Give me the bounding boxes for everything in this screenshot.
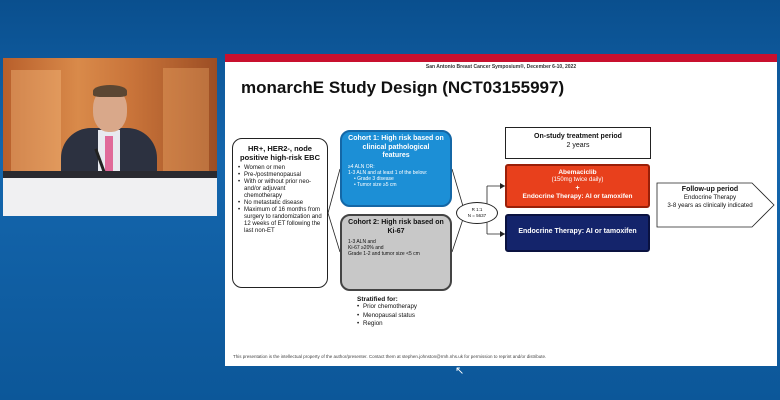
eligibility-box: HR+, HER2-, node positive high-risk EBC … <box>232 138 328 288</box>
abemaciclib-arm-box: Abemaciclib (150mg twice daily) + Endocr… <box>505 164 650 208</box>
on-study-duration: 2 years <box>566 142 590 149</box>
cohort2-box: Cohort 2: High risk based on Ki-67 1-3 A… <box>340 214 452 291</box>
arm-dose: (150mg twice daily) <box>551 177 604 183</box>
mouse-pointer-icon: ↖ <box>455 365 465 377</box>
follow-up-line2: 3-8 years as clinically indicated <box>667 201 753 209</box>
list-item: No metastatic disease <box>238 200 322 207</box>
list-item: Region <box>357 320 417 329</box>
stratification-heading: Stratified for: <box>357 296 398 303</box>
follow-up-title: Follow-up period <box>681 186 739 193</box>
slide-footer: This presentation is the intellectual pr… <box>233 354 547 359</box>
cohort1-box: Cohort 1: High risk based on clinical pa… <box>340 130 452 207</box>
list-item: Prior chemotherapy <box>357 303 417 312</box>
cohort2-heading: Cohort 2: High risk based on Ki-67 <box>348 219 444 235</box>
et-arm-box: Endocrine Therapy: AI or tamoxifen <box>505 214 650 252</box>
eligibility-heading: HR+, HER2-, node positive high-risk EBC <box>239 144 320 162</box>
podium <box>3 178 217 216</box>
list-item: Menopausal status <box>357 312 417 321</box>
list-item: With or without prior neo- and/or adjuva… <box>238 179 322 200</box>
stratification-list: Stratified for: Prior chemotherapy Menop… <box>357 296 417 329</box>
follow-up-arrow: Follow-up period Endocrine Therapy 3-8 y… <box>656 180 776 230</box>
on-study-period-box: On-study treatment period 2 years <box>505 127 651 159</box>
video-light-panel <box>163 68 209 188</box>
presentation-slide[interactable]: San Antonio Breast Cancer Symposium®, De… <box>225 54 777 366</box>
randomization-n: N = 5637 <box>467 213 487 218</box>
arm-drug: Abemaciclib <box>558 169 597 176</box>
arm-plus: + <box>575 184 580 192</box>
randomization-node: R 1:1 N = 5637 <box>456 202 498 224</box>
list-item: Women or men <box>238 165 322 172</box>
speaker-tie <box>105 136 113 174</box>
list-item: Maximum of 16 months from surgery to ran… <box>238 207 322 235</box>
speaker-hair <box>93 85 127 97</box>
list-item: Grade 1-2 and tumor size <5 cm <box>348 251 420 258</box>
arm-et: Endocrine Therapy: AI or tamoxifen <box>522 192 633 200</box>
follow-up-line1: Endocrine Therapy <box>683 194 737 201</box>
list-item: Pre-/postmenopausal <box>238 172 322 179</box>
list-item: • Tumor size ≥5 cm <box>354 182 397 189</box>
cohort1-heading: Cohort 1: High risk based on clinical pa… <box>348 135 444 159</box>
on-study-title: On-study treatment period <box>534 133 622 140</box>
speaker-video[interactable] <box>3 58 217 216</box>
